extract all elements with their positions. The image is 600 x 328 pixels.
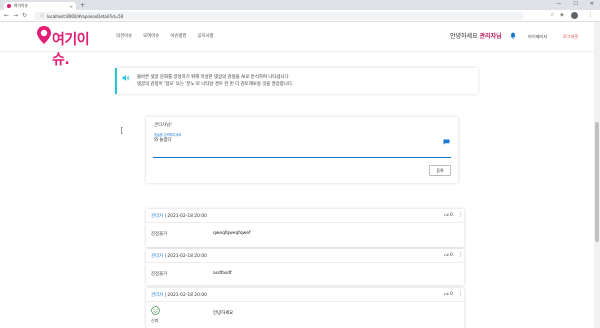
browser-toolbar: ← → ↻ ⓘ localhost:8000/#/opinionDetail?i… [0, 10, 600, 22]
favicon-icon [7, 4, 11, 8]
comment-meta: 관리자 | 2021-02-18 20:00 [151, 213, 207, 219]
nav-item-opinion[interactable]: 의견이슈 [116, 33, 132, 39]
maximize-icon[interactable]: ☐ [573, 1, 577, 7]
comment-header: 관리자 | 2021-02-18 20:00 👍︎ 0 ⋮ [146, 288, 464, 302]
comment-date: | 2021-02-18 20:00 [163, 293, 207, 298]
browser-tab[interactable]: 여기이슈 × [4, 2, 76, 10]
chat-icon[interactable] [443, 139, 450, 145]
submit-comment-button[interactable]: 등록 [429, 165, 451, 176]
new-tab-button[interactable]: + [80, 2, 85, 9]
url-text: localhost:8000/#/opinionDetail?id=50 [47, 13, 124, 19]
bell-icon[interactable] [510, 32, 516, 39]
comment-emotion: 감정불가 [151, 232, 168, 237]
like-count: 0 [450, 213, 453, 218]
smile-icon [151, 306, 160, 315]
comment-card: 관리자 | 2021-02-18 20:00 👍︎ 0 ⋮ 신뢰 안녕하세요 [146, 288, 464, 328]
close-window-icon[interactable]: ✕ [590, 1, 594, 7]
comment-menu-icon[interactable]: ⋮ [458, 291, 463, 297]
comment-author[interactable]: 관리자 [151, 254, 163, 259]
like-button[interactable]: 👍︎ 0 [444, 292, 453, 297]
text-cursor-icon [121, 127, 123, 134]
star-icon[interactable]: ☆ [550, 12, 554, 18]
main-nav: 의견이슈 모여이슈 이슈랭킹 공지사항 [116, 33, 214, 39]
like-count: 0 [450, 292, 453, 297]
comment-menu-icon[interactable]: ⋮ [458, 212, 463, 218]
scrollbar-thumb[interactable] [595, 122, 599, 242]
like-button[interactable]: 👍︎ 0 [444, 253, 453, 258]
extension-icon[interactable]: ◈ [560, 12, 564, 18]
speaker-icon [122, 75, 130, 81]
thumbs-up-icon: 👍︎ [444, 213, 449, 218]
window-controls: — ☐ ✕ [556, 1, 594, 7]
comment-header: 관리자 | 2021-02-18 20:00 👍︎ 0 ⋮ [146, 249, 464, 263]
comment-emotion: 감정불가 [151, 272, 168, 277]
greeting: 안녕하세요 관리자님 [450, 31, 502, 40]
reload-icon[interactable]: ↻ [22, 12, 27, 19]
nav-item-ranking[interactable]: 이슈랭킹 [170, 33, 186, 39]
tab-close-icon[interactable]: × [70, 4, 73, 9]
logo-text: 여기이슈. [52, 32, 90, 68]
comment-meta: 관리자 | 2021-02-18 20:00 [151, 253, 207, 259]
back-icon[interactable]: ← [4, 12, 9, 19]
greeting-prefix: 안녕하세요 [450, 33, 478, 40]
greeting-name: 관리자님 [479, 33, 502, 40]
forward-icon[interactable]: → [13, 12, 18, 19]
comment-input-underline [153, 157, 451, 158]
comment-input[interactable]: 와 놀랍다 [154, 137, 172, 143]
comment-form: 관리자님! 댓글을 입력해주세요 와 놀랍다 등록 [146, 117, 458, 183]
comment-body: qweqfqweqfqwef [213, 231, 251, 236]
comment-body: asdfasdf [213, 271, 232, 276]
comment-emotion: 신뢰 [151, 318, 159, 323]
nav-item-gather[interactable]: 모여이슈 [143, 33, 159, 39]
comment-author[interactable]: 관리자 [151, 214, 163, 219]
notice-line-2: 댓글의 감정이 '협오' 또는 '분노'로 나타날 경우 한 번 더 검토해보실… [137, 82, 294, 87]
site-header: 여기이슈. 의견이슈 모여이슈 이슈랭킹 공지사항 안녕하세요 관리자님 마이페… [0, 22, 594, 68]
comment-date: | 2021-02-18 20:00 [163, 254, 207, 259]
location-pin-icon [37, 26, 51, 44]
address-bar[interactable]: ⓘ localhost:8000/#/opinionDetail?id=50 [34, 12, 524, 20]
comment-menu-icon[interactable]: ⋮ [458, 252, 463, 258]
like-button[interactable]: 👍︎ 0 [444, 213, 453, 218]
like-count: 0 [450, 253, 453, 258]
comment-card: 관리자 | 2021-02-18 20:00 👍︎ 0 ⋮ 감정불가 asdfa… [146, 249, 464, 285]
mypage-link[interactable]: 마이페이지 [528, 34, 547, 40]
comment-card: 관리자 | 2021-02-18 20:00 👍︎ 0 ⋮ 감정불가 qweqf… [146, 209, 464, 247]
tab-title: 여기이슈 [14, 3, 28, 8]
page-scrollbar[interactable] [594, 22, 600, 328]
thumbs-up-icon: 👍︎ [444, 292, 449, 297]
site-logo[interactable]: 여기이슈. [36, 25, 100, 68]
notice-line-1: 올바른 댓글 문화를 양성하기 위해 작성한 댓글의 감정을 AI로 분석하여 … [137, 75, 290, 80]
comment-meta: 관리자 | 2021-02-18 20:00 [151, 292, 207, 298]
minimize-icon[interactable]: — [556, 1, 561, 7]
comment-header: 관리자 | 2021-02-18 20:00 👍︎ 0 ⋮ [146, 209, 464, 223]
comment-body: 안녕하세요 [213, 311, 234, 316]
comment-author[interactable]: 관리자 [151, 293, 163, 298]
logout-link[interactable]: 로그아웃 [563, 34, 578, 40]
ai-notice: 올바른 댓글 문화를 양성하기 위해 작성한 댓글의 감정을 AI로 분석하여 … [115, 68, 478, 94]
menu-icon[interactable]: ⋮ [588, 12, 593, 18]
info-icon[interactable]: ⓘ [40, 13, 44, 19]
comment-date: | 2021-02-18 20:00 [163, 214, 207, 219]
comment-form-user: 관리자님! [154, 123, 172, 128]
profile-icon[interactable] [571, 12, 578, 21]
browser-tabbar: 여기이슈 × + — ☐ ✕ [0, 0, 600, 10]
nav-item-notice[interactable]: 공지사항 [198, 33, 214, 39]
thumbs-up-icon: 👍︎ [444, 253, 449, 258]
